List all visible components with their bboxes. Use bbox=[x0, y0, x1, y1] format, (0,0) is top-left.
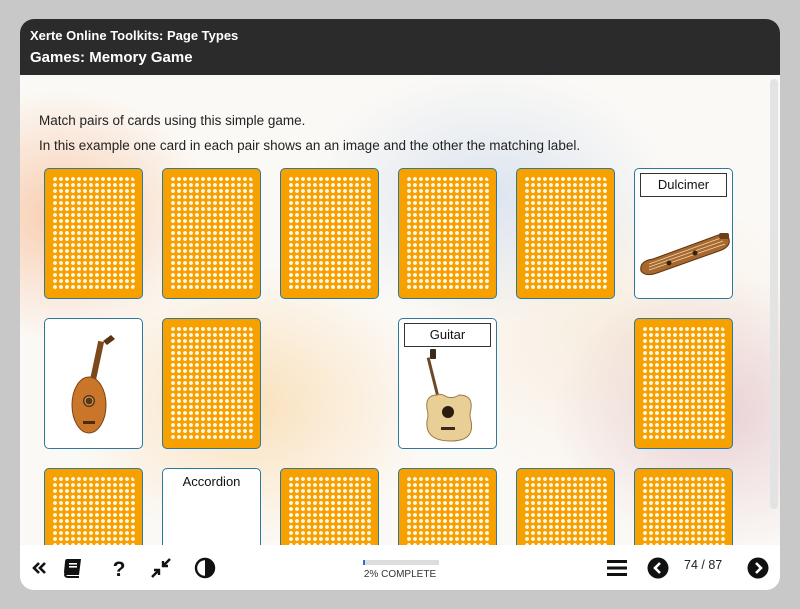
help-button[interactable]: ? bbox=[108, 557, 130, 581]
card-back-pattern bbox=[52, 476, 135, 545]
double-chevron-left-icon bbox=[32, 562, 46, 574]
memory-card-back[interactable] bbox=[280, 468, 379, 545]
previous-page-button[interactable] bbox=[647, 557, 669, 579]
svg-text:?: ? bbox=[113, 558, 126, 579]
next-page-button[interactable] bbox=[747, 557, 769, 579]
vertical-scrollbar[interactable] bbox=[770, 79, 778, 509]
memory-card-back[interactable] bbox=[162, 168, 261, 299]
header-bar: Xerte Online Toolkits: Page Types Games:… bbox=[20, 19, 780, 75]
hamburger-icon bbox=[607, 560, 627, 576]
collapse-button[interactable] bbox=[28, 557, 50, 579]
memory-card-back[interactable] bbox=[44, 468, 143, 545]
memory-card-guitar[interactable]: Guitar bbox=[398, 318, 497, 449]
card-label-dulcimer: Dulcimer bbox=[640, 173, 727, 197]
minimize-button[interactable] bbox=[150, 557, 172, 579]
card-label-guitar: Guitar bbox=[404, 323, 491, 347]
memory-card-back[interactable] bbox=[162, 318, 261, 449]
guitar-image bbox=[426, 349, 473, 442]
card-back-pattern bbox=[170, 326, 253, 441]
page-title: Games: Memory Game bbox=[30, 49, 193, 66]
shrink-arrows-icon bbox=[151, 558, 171, 578]
page-counter: 74 / 87 bbox=[684, 558, 723, 572]
memory-card-back[interactable] bbox=[398, 168, 497, 299]
progress-bar-fill bbox=[363, 560, 365, 565]
memory-card-lute[interactable] bbox=[44, 318, 143, 449]
card-back-pattern bbox=[642, 326, 725, 441]
contrast-icon bbox=[194, 557, 216, 579]
dulcimer-image bbox=[640, 233, 730, 276]
main-content: Match pairs of cards using this simple g… bbox=[20, 75, 780, 545]
card-back-pattern bbox=[288, 476, 371, 545]
app-window: Xerte Online Toolkits: Page Types Games:… bbox=[20, 19, 780, 590]
contrast-button[interactable] bbox=[194, 557, 216, 579]
book-icon bbox=[64, 559, 81, 578]
card-label-accordion: Accordion bbox=[182, 474, 241, 489]
chevron-left-circle-icon bbox=[647, 557, 669, 579]
card-back-pattern bbox=[406, 176, 489, 291]
memory-card-back[interactable] bbox=[634, 318, 733, 449]
progress-bar bbox=[363, 560, 439, 565]
card-back-pattern bbox=[524, 176, 607, 291]
progress-label: 2% COMPLETE bbox=[363, 569, 437, 580]
memory-card-back[interactable] bbox=[44, 168, 143, 299]
intro-text-1: Match pairs of cards using this simple g… bbox=[39, 113, 306, 128]
memory-card-back[interactable] bbox=[516, 168, 615, 299]
memory-card-back[interactable] bbox=[398, 468, 497, 545]
glossary-button[interactable] bbox=[62, 557, 84, 579]
memory-card-back[interactable] bbox=[634, 468, 733, 545]
card-back-pattern bbox=[288, 176, 371, 291]
card-back-pattern bbox=[642, 476, 725, 545]
card-back-pattern bbox=[406, 476, 489, 545]
toolkit-title: Xerte Online Toolkits: Page Types bbox=[30, 28, 239, 43]
card-back-pattern bbox=[524, 476, 607, 545]
memory-card-dulcimer[interactable]: Dulcimer bbox=[634, 168, 733, 299]
footer-toolbar: ? 2% COMPLETE 74 / 87 bbox=[20, 545, 780, 590]
memory-card-accordion[interactable]: Accordion bbox=[162, 468, 261, 545]
intro-text-2: In this example one card in each pair sh… bbox=[39, 138, 581, 153]
lute-image bbox=[71, 335, 115, 434]
card-back-pattern bbox=[52, 176, 135, 291]
question-icon: ? bbox=[113, 558, 126, 581]
card-back-pattern bbox=[170, 176, 253, 291]
table-of-contents-button[interactable] bbox=[606, 557, 628, 579]
chevron-right-circle-icon bbox=[747, 557, 769, 579]
memory-card-back[interactable] bbox=[516, 468, 615, 545]
memory-card-back[interactable] bbox=[280, 168, 379, 299]
